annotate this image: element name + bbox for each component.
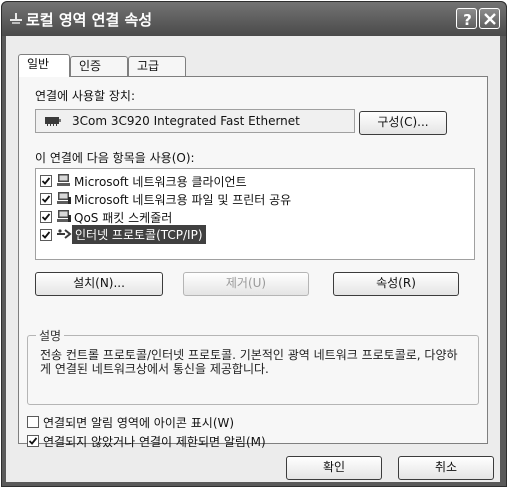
dialog-body: 일반 인증 고급 연결에 사용할 장치: 3Com 3C920 Integrat… xyxy=(6,36,500,482)
items-label: 이 연결에 다음 항목을 사용(O): xyxy=(35,151,195,165)
close-button[interactable] xyxy=(479,8,500,29)
item-checkbox[interactable] xyxy=(40,193,52,205)
title-bar[interactable]: 로컬 영역 연결 속성 ? xyxy=(2,2,506,36)
network-service-icon xyxy=(57,192,71,204)
show-icon-checkbox[interactable] xyxy=(27,416,39,428)
item-checkbox[interactable] xyxy=(40,175,52,187)
network-adapter-icon xyxy=(45,117,61,126)
properties-window: 로컬 영역 연결 속성 ? 일반 인증 고급 연결에 사용할 장치: 3Com … xyxy=(1,1,507,487)
checkmark-icon xyxy=(28,437,38,445)
item-label: Microsoft 네트워크용 클라이언트 xyxy=(74,175,247,189)
item-checkbox[interactable] xyxy=(40,229,52,241)
item-label: 인터넷 프로토콜(TCP/IP) xyxy=(72,225,206,244)
general-tab-panel: 연결에 사용할 장치: 3Com 3C920 Integrated Fast E… xyxy=(18,76,488,449)
help-button[interactable]: ? xyxy=(456,8,477,29)
close-icon xyxy=(484,13,496,25)
item-label: QoS 패킷 스케줄러 xyxy=(74,211,173,225)
protocol-icon xyxy=(57,229,72,239)
device-name: 3Com 3C920 Integrated Fast Ethernet xyxy=(72,114,300,128)
tab-authentication[interactable]: 인증 xyxy=(70,56,128,76)
window-title: 로컬 영역 연결 속성 xyxy=(26,11,153,29)
properties-button[interactable]: 속성(R) xyxy=(333,272,459,296)
uninstall-button[interactable]: 제거(U) xyxy=(183,272,309,296)
device-field: 3Com 3C920 Integrated Fast Ethernet xyxy=(35,109,355,133)
tab-advanced[interactable]: 고급 xyxy=(128,56,186,76)
cancel-button[interactable]: 취소 xyxy=(398,456,494,480)
network-connection-icon xyxy=(10,13,22,24)
checkmark-icon xyxy=(41,231,51,239)
item-checkbox[interactable] xyxy=(40,211,52,223)
configure-button[interactable]: 구성(C)... xyxy=(359,111,447,135)
notify-checkbox[interactable] xyxy=(27,435,39,447)
ok-button[interactable]: 확인 xyxy=(286,456,382,480)
network-service-icon xyxy=(57,210,71,222)
network-client-icon xyxy=(57,174,70,186)
tab-general[interactable]: 일반 xyxy=(18,54,70,77)
connect-using-label: 연결에 사용할 장치: xyxy=(35,89,135,103)
components-list[interactable]: Microsoft 네트워크용 클라이언트 Microsoft 네트워크용 파일… xyxy=(35,168,475,260)
help-icon: ? xyxy=(463,11,472,29)
description-group: 설명 전송 컨트롤 프로토콜/인터넷 프로토콜. 기본적인 광역 네트워크 프로… xyxy=(27,327,479,405)
item-label: Microsoft 네트워크용 파일 및 프린터 공유 xyxy=(74,193,292,207)
show-icon-label: 연결되면 알림 영역에 아이콘 표시(W) xyxy=(43,416,235,430)
checkmark-icon xyxy=(41,195,51,203)
notify-label: 연결되지 않았거나 연결이 제한되면 알림(M) xyxy=(43,435,266,449)
checkmark-icon xyxy=(41,213,51,221)
description-text: 전송 컨트롤 프로토콜/인터넷 프로토콜. 기본적인 광역 네트워크 프로토콜로… xyxy=(40,348,458,376)
install-button[interactable]: 설치(N)... xyxy=(35,272,163,296)
checkmark-icon xyxy=(41,177,51,185)
svg-text:?: ? xyxy=(463,11,472,29)
description-legend: 설명 xyxy=(36,327,65,344)
